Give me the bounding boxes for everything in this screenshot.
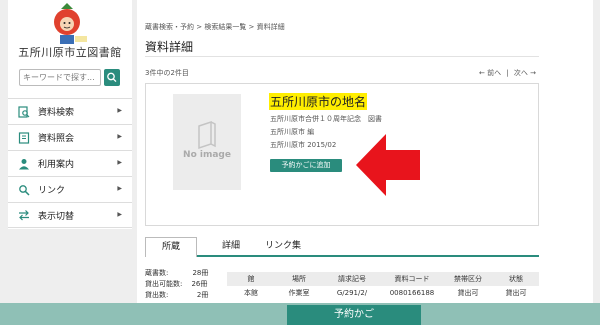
sidebar-item-label: 表示切替 (38, 211, 75, 222)
table-cell: 貸出可 (457, 289, 479, 297)
chevron-right-icon: ▶ (117, 211, 122, 218)
search-icon (107, 72, 117, 83)
sidebar-item-label: 資料検索 (38, 108, 75, 118)
no-image-label: No image (183, 150, 231, 160)
page-title: 資料詳細 (145, 40, 194, 54)
main-content: 蔵書検索・予約 > 検索結果一覧 > 資料詳細 資料詳細 3件中の2件目 ← 前… (137, 0, 593, 325)
sidebar-item-display[interactable]: 表示切替 ▶ (8, 202, 132, 228)
book-publisher: 五所川原市 2015/02 (270, 141, 337, 149)
stat-row: 貸出可能数: 26冊 (145, 279, 208, 290)
stat-value: 26冊 (191, 280, 208, 288)
table-cell: 0080166188 (389, 289, 435, 297)
next-link[interactable]: 次へ → (514, 69, 536, 77)
chevron-right-icon: ▶ (117, 159, 122, 166)
prev-link[interactable]: ← 前へ (479, 69, 501, 77)
column-header: 禁帯区分 (454, 275, 482, 283)
table-cell: G/291/2/ (336, 289, 368, 297)
sidebar-item-links[interactable]: リンク ▶ (8, 176, 132, 202)
holding-stats: 蔵書数: 28冊 貸出可能数: 26冊 貸出数: 2冊 (145, 268, 208, 301)
search-book-icon (18, 105, 30, 118)
red-arrow-icon (356, 134, 420, 196)
column-header: 場所 (292, 275, 306, 283)
sidebar-item-label: リンク (38, 186, 66, 196)
sidebar-item-label: 利用案内 (38, 160, 75, 170)
user-icon (18, 158, 30, 170)
table-header: 館 場所 請求記号 資料コード 禁帯区分 状態 (227, 272, 539, 286)
book-author: 五所川原市 編 (270, 128, 315, 136)
pager-separator: | (506, 69, 509, 77)
book-title: 五所川原市の地名 (269, 93, 368, 110)
chevron-right-icon: ▶ (117, 107, 122, 114)
stat-label: 貸出可能数: (145, 280, 183, 288)
tab-details[interactable]: 詳細 (211, 237, 251, 257)
add-to-cart-button[interactable]: 予約かごに追加 (270, 159, 342, 172)
sidebar-item-guide[interactable]: 利用案内 ▶ (8, 150, 132, 176)
link-search-icon (18, 184, 30, 196)
tab-holdings[interactable]: 所蔵 (145, 237, 197, 257)
column-header: 状態 (509, 275, 523, 283)
no-image-book-icon (198, 120, 216, 150)
sidebar-item-search[interactable]: 資料検索 ▶ (8, 98, 132, 124)
sidebar: 五所川原市立図書館 資料検索 ▶ 資料照会 ▶ 利用案内 ▶ (8, 0, 132, 229)
breadcrumb: 蔵書検索・予約 > 検索結果一覧 > 資料詳細 (145, 23, 285, 31)
library-name: 五所川原市立図書館 (18, 46, 122, 59)
pager: ← 前へ | 次へ → (479, 68, 536, 78)
cover-placeholder: No image (173, 94, 241, 190)
holdings-table: 館 場所 請求記号 資料コード 禁帯区分 状態 本館 作業室 G/291/2/ … (227, 272, 539, 300)
sidebar-nav: 資料検索 ▶ 資料照会 ▶ 利用案内 ▶ リンク ▶ 表示切替 ▶ (8, 98, 132, 228)
stat-row: 蔵書数: 28冊 (145, 268, 208, 279)
chevron-right-icon: ▶ (117, 133, 122, 140)
search-input[interactable] (19, 69, 101, 86)
table-row: 本館 作業室 G/291/2/ 0080166188 貸出可 貸出可 (227, 286, 539, 300)
column-header: 請求記号 (338, 275, 366, 283)
table-cell: 本館 (244, 289, 258, 297)
table-cell: 貸出可 (505, 289, 527, 297)
stat-value: 28冊 (192, 269, 209, 277)
mascot-logo (45, 2, 91, 46)
chevron-right-icon: ▶ (117, 185, 122, 192)
stat-row: 貸出数: 2冊 (145, 290, 208, 301)
sidebar-item-inquiry[interactable]: 資料照会 ▶ (8, 124, 132, 150)
book-icon (18, 131, 30, 144)
result-count: 3件中の2件目 (145, 69, 189, 77)
column-header: 館 (247, 275, 255, 283)
table-cell: 作業室 (288, 289, 310, 297)
stat-value: 2冊 (196, 291, 209, 299)
stat-label: 貸出数: (145, 291, 169, 299)
search-button[interactable] (104, 69, 120, 86)
sidebar-item-label: 資料照会 (38, 134, 75, 144)
cart-button[interactable]: 予約かご (287, 305, 421, 325)
switch-icon (18, 209, 30, 221)
book-subtitle: 五所川原市合併１０周年記念 図書 (270, 115, 382, 123)
tab-bar: 所蔵 詳細 リンク集 (145, 237, 539, 257)
column-header: 資料コード (394, 275, 430, 283)
stat-label: 蔵書数: (145, 269, 169, 277)
tab-links[interactable]: リンク集 (257, 237, 309, 257)
item-card: No image 五所川原市の地名 五所川原市合併１０周年記念 図書 五所川原市… (145, 83, 539, 226)
divider (145, 56, 539, 57)
